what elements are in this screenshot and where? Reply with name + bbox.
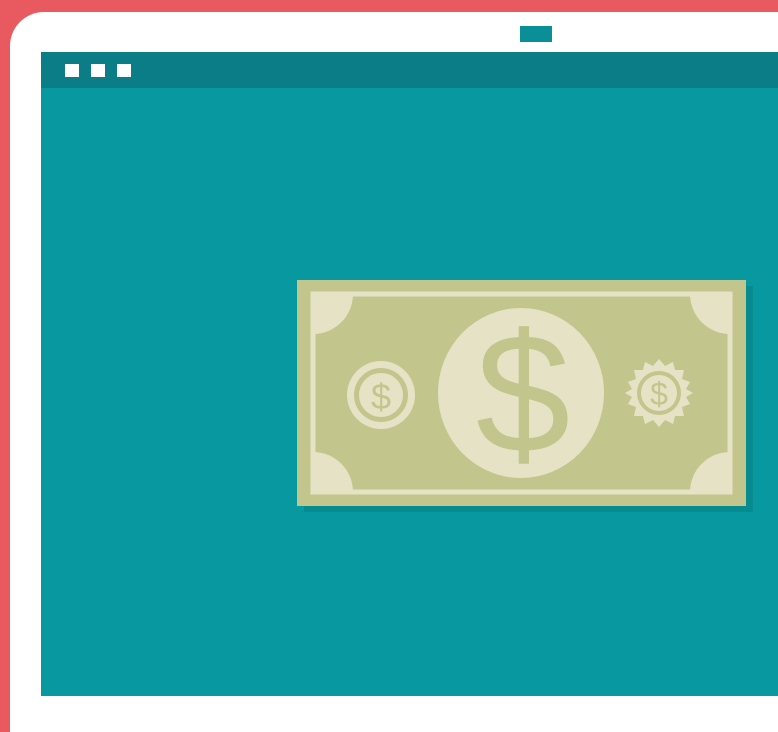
corner-ornament-icon — [313, 452, 353, 492]
center-dollar-symbol: $ — [476, 299, 571, 489]
camera-icon — [520, 26, 552, 42]
corner-ornament-icon — [690, 294, 730, 334]
right-seal-symbol: $ — [650, 376, 668, 412]
corner-ornament-icon — [313, 294, 353, 334]
window-dot-icon[interactable] — [65, 64, 79, 77]
left-coin-symbol: $ — [371, 376, 391, 417]
corner-ornament-icon — [690, 452, 730, 492]
right-seal-icon: $ — [625, 359, 693, 427]
tablet-frame: $ $ $ — [0, 0, 778, 732]
center-medallion-icon: $ — [438, 299, 604, 489]
window-dot-icon[interactable] — [117, 64, 131, 77]
window-dot-icon[interactable] — [91, 64, 105, 77]
dollar-banknote-icon: $ $ $ — [297, 280, 746, 506]
browser-titlebar — [41, 52, 778, 88]
left-coin-icon: $ — [347, 361, 415, 429]
